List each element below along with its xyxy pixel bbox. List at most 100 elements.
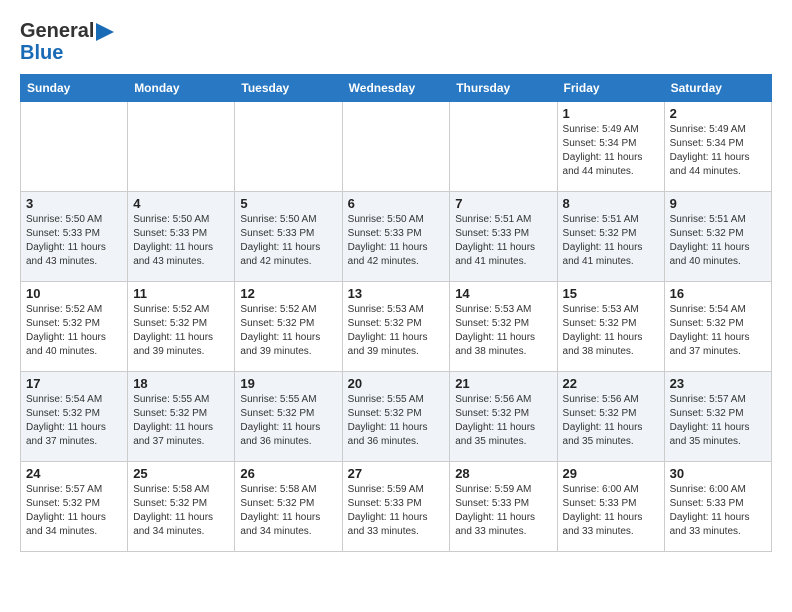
day-info: Sunrise: 5:51 AM Sunset: 5:32 PM Dayligh…: [670, 213, 766, 269]
calendar-cell: 23 Sunrise: 5:57 AM Sunset: 5:32 PM Dayli…: [664, 372, 771, 462]
day-info: Sunrise: 5:53 AM Sunset: 5:32 PM Dayligh…: [563, 303, 659, 359]
day-info: Sunrise: 5:49 AM Sunset: 5:34 PM Dayligh…: [563, 123, 659, 179]
calendar-table: SundayMondayTuesdayWednesdayThursdayFrid…: [20, 74, 772, 552]
weekday-header: Wednesday: [342, 75, 450, 102]
day-number: 3: [26, 196, 122, 211]
day-number: 5: [240, 196, 336, 211]
day-number: 24: [26, 466, 122, 481]
day-number: 16: [670, 286, 766, 301]
weekday-header: Monday: [128, 75, 235, 102]
day-number: 14: [455, 286, 551, 301]
calendar-cell: 5 Sunrise: 5:50 AM Sunset: 5:33 PM Daylig…: [235, 192, 342, 282]
calendar-cell: 24 Sunrise: 5:57 AM Sunset: 5:32 PM Dayli…: [21, 462, 128, 552]
day-number: 21: [455, 376, 551, 391]
day-info: Sunrise: 5:58 AM Sunset: 5:32 PM Dayligh…: [133, 483, 229, 539]
calendar-cell: 29Sunrise: 6:00 AM Sunset: 5:33 PM Dayli…: [557, 462, 664, 552]
day-info: Sunrise: 5:59 AM Sunset: 5:33 PM Dayligh…: [455, 483, 551, 539]
day-number: 30: [670, 466, 766, 481]
day-number: 19: [240, 376, 336, 391]
weekday-header: Sunday: [21, 75, 128, 102]
day-number: 13: [348, 286, 445, 301]
day-info: Sunrise: 5:50 AM Sunset: 5:33 PM Dayligh…: [348, 213, 445, 269]
calendar-cell: 20Sunrise: 5:55 AM Sunset: 5:32 PM Dayli…: [342, 372, 450, 462]
day-number: 10: [26, 286, 122, 301]
weekday-header: Tuesday: [235, 75, 342, 102]
day-number: 9: [670, 196, 766, 211]
day-info: Sunrise: 5:50 AM Sunset: 5:33 PM Dayligh…: [240, 213, 336, 269]
calendar-cell: 19 Sunrise: 5:55 AM Sunset: 5:32 PM Dayli…: [235, 372, 342, 462]
day-number: 11: [133, 286, 229, 301]
calendar-cell: 17 Sunrise: 5:54 AM Sunset: 5:32 PM Dayli…: [21, 372, 128, 462]
calendar-week: 1 Sunrise: 5:49 AM Sunset: 5:34 PM Daylig…: [21, 102, 772, 192]
day-number: 7: [455, 196, 551, 211]
day-info: Sunrise: 5:57 AM Sunset: 5:32 PM Dayligh…: [670, 393, 766, 449]
calendar-cell: 11 Sunrise: 5:52 AM Sunset: 5:32 PM Dayli…: [128, 282, 235, 372]
day-info: Sunrise: 5:54 AM Sunset: 5:32 PM Dayligh…: [670, 303, 766, 359]
calendar-cell: 4Sunrise: 5:50 AM Sunset: 5:33 PM Daylig…: [128, 192, 235, 282]
calendar-cell: 6Sunrise: 5:50 AM Sunset: 5:33 PM Daylig…: [342, 192, 450, 282]
day-info: Sunrise: 5:51 AM Sunset: 5:32 PM Dayligh…: [563, 213, 659, 269]
day-info: Sunrise: 5:51 AM Sunset: 5:33 PM Dayligh…: [455, 213, 551, 269]
day-info: Sunrise: 5:50 AM Sunset: 5:33 PM Dayligh…: [133, 213, 229, 269]
day-info: Sunrise: 5:52 AM Sunset: 5:32 PM Dayligh…: [240, 303, 336, 359]
calendar-cell: 15 Sunrise: 5:53 AM Sunset: 5:32 PM Dayli…: [557, 282, 664, 372]
calendar-week: 24 Sunrise: 5:57 AM Sunset: 5:32 PM Dayli…: [21, 462, 772, 552]
day-info: Sunrise: 5:54 AM Sunset: 5:32 PM Dayligh…: [26, 393, 122, 449]
calendar-cell: [21, 102, 128, 192]
day-number: 15: [563, 286, 659, 301]
calendar-week: 17 Sunrise: 5:54 AM Sunset: 5:32 PM Dayli…: [21, 372, 772, 462]
day-number: 18: [133, 376, 229, 391]
calendar-week: 10 Sunrise: 5:52 AM Sunset: 5:32 PM Dayli…: [21, 282, 772, 372]
calendar-cell: 1 Sunrise: 5:49 AM Sunset: 5:34 PM Daylig…: [557, 102, 664, 192]
day-info: Sunrise: 5:49 AM Sunset: 5:34 PM Dayligh…: [670, 123, 766, 179]
weekday-header: Thursday: [450, 75, 557, 102]
calendar-cell: 13 Sunrise: 5:53 AM Sunset: 5:32 PM Dayli…: [342, 282, 450, 372]
day-number: 22: [563, 376, 659, 391]
day-info: Sunrise: 6:00 AM Sunset: 5:33 PM Dayligh…: [670, 483, 766, 539]
calendar-week: 3 Sunrise: 5:50 AM Sunset: 5:33 PM Daylig…: [21, 192, 772, 282]
day-info: Sunrise: 5:57 AM Sunset: 5:32 PM Dayligh…: [26, 483, 122, 539]
calendar-cell: [235, 102, 342, 192]
day-number: 25: [133, 466, 229, 481]
logo-text: General: [20, 20, 114, 42]
day-number: 20: [348, 376, 445, 391]
day-info: Sunrise: 5:53 AM Sunset: 5:32 PM Dayligh…: [348, 303, 445, 359]
day-number: 12: [240, 286, 336, 301]
logo-arrow-icon: [96, 23, 114, 41]
calendar-cell: 25 Sunrise: 5:58 AM Sunset: 5:32 PM Dayli…: [128, 462, 235, 552]
calendar-cell: 8 Sunrise: 5:51 AM Sunset: 5:32 PM Daylig…: [557, 192, 664, 282]
calendar-cell: 21 Sunrise: 5:56 AM Sunset: 5:32 PM Dayli…: [450, 372, 557, 462]
day-info: Sunrise: 5:58 AM Sunset: 5:32 PM Dayligh…: [240, 483, 336, 539]
day-info: Sunrise: 5:55 AM Sunset: 5:32 PM Dayligh…: [240, 393, 336, 449]
calendar-cell: 28 Sunrise: 5:59 AM Sunset: 5:33 PM Dayli…: [450, 462, 557, 552]
weekday-header: Saturday: [664, 75, 771, 102]
calendar-cell: 18Sunrise: 5:55 AM Sunset: 5:32 PM Dayli…: [128, 372, 235, 462]
day-info: Sunrise: 5:50 AM Sunset: 5:33 PM Dayligh…: [26, 213, 122, 269]
calendar-cell: 10Sunrise: 5:52 AM Sunset: 5:32 PM Dayli…: [21, 282, 128, 372]
day-number: 8: [563, 196, 659, 211]
calendar-cell: 14 Sunrise: 5:53 AM Sunset: 5:32 PM Dayli…: [450, 282, 557, 372]
day-number: 28: [455, 466, 551, 481]
logo-container: General Blue: [20, 20, 114, 64]
calendar-header: SundayMondayTuesdayWednesdayThursdayFrid…: [21, 75, 772, 102]
logo: General Blue: [20, 20, 114, 64]
day-info: Sunrise: 5:56 AM Sunset: 5:32 PM Dayligh…: [455, 393, 551, 449]
day-number: 2: [670, 106, 766, 121]
calendar-cell: 30 Sunrise: 6:00 AM Sunset: 5:33 PM Dayli…: [664, 462, 771, 552]
day-number: 27: [348, 466, 445, 481]
calendar-cell: 22 Sunrise: 5:56 AM Sunset: 5:32 PM Dayli…: [557, 372, 664, 462]
day-number: 17: [26, 376, 122, 391]
calendar-cell: [128, 102, 235, 192]
day-number: 23: [670, 376, 766, 391]
day-number: 1: [563, 106, 659, 121]
calendar-cell: [342, 102, 450, 192]
logo-blue-text: Blue: [20, 42, 63, 64]
day-info: Sunrise: 5:52 AM Sunset: 5:32 PM Dayligh…: [133, 303, 229, 359]
calendar-cell: 27 Sunrise: 5:59 AM Sunset: 5:33 PM Dayli…: [342, 462, 450, 552]
day-info: Sunrise: 5:59 AM Sunset: 5:33 PM Dayligh…: [348, 483, 445, 539]
day-number: 26: [240, 466, 336, 481]
calendar-cell: [450, 102, 557, 192]
day-info: Sunrise: 5:56 AM Sunset: 5:32 PM Dayligh…: [563, 393, 659, 449]
calendar-body: 1 Sunrise: 5:49 AM Sunset: 5:34 PM Daylig…: [21, 102, 772, 552]
day-info: Sunrise: 5:53 AM Sunset: 5:32 PM Dayligh…: [455, 303, 551, 359]
